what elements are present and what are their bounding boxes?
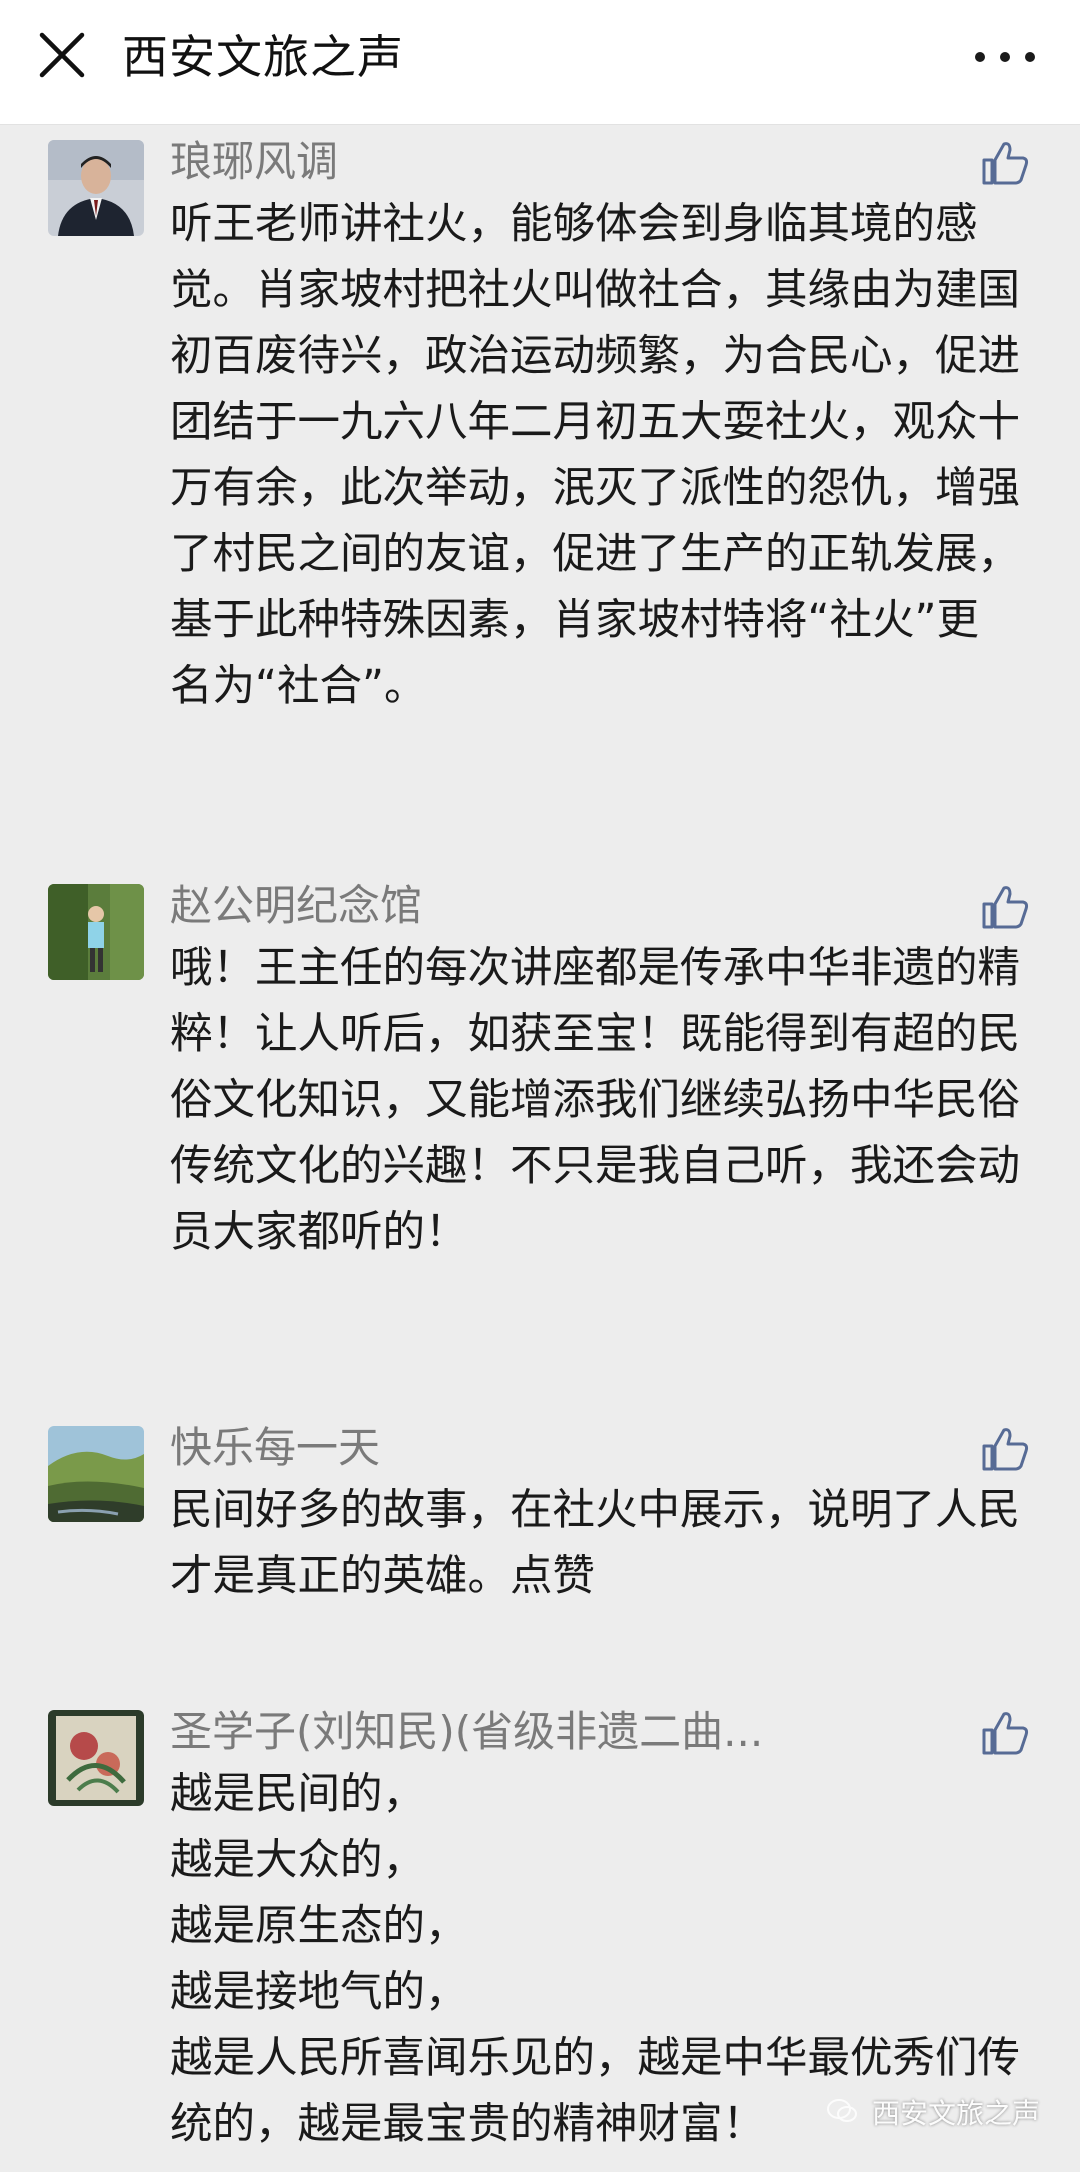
- like-button[interactable]: [980, 1708, 1030, 1758]
- like-button[interactable]: [980, 138, 1030, 188]
- avatar[interactable]: [48, 1710, 144, 1806]
- avatar[interactable]: [48, 1426, 144, 1522]
- comment-text: 民间好多的故事，在社火中展示，说明了人民才是真正的英雄。点赞: [170, 1486, 1021, 1601]
- page-title: 西安文旅之声: [122, 30, 404, 84]
- comment-author: 圣学子(刘知民)(省级非遗二曲...: [170, 1707, 764, 1756]
- watermark: 西安文旅之声: [827, 2090, 1040, 2138]
- more-icon-dot: [1000, 52, 1010, 62]
- comment-author: 琅琊风调: [170, 137, 339, 186]
- thumbs-up-icon: [982, 1428, 1029, 1471]
- more-icon-dot: [1025, 52, 1035, 62]
- more-button[interactable]: [970, 32, 1040, 78]
- top-bar: 西安文旅之声: [0, 0, 1080, 125]
- avatar[interactable]: [48, 884, 144, 980]
- more-icon: [975, 52, 985, 62]
- close-icon: [39, 32, 85, 78]
- like-button[interactable]: [980, 882, 1030, 932]
- like-button[interactable]: [980, 1424, 1030, 1474]
- comment-author: 赵公明纪念馆: [170, 881, 423, 930]
- comment-text: 哦！王主任的每次讲座都是传承中华非遗的精粹！让人听后，如获至宝！既能得到有超的民…: [170, 944, 1021, 1257]
- thumbs-up-icon: [982, 1712, 1029, 1755]
- comment-text: 听王老师讲社火，能够体会到身临其境的感觉。肖家坡村把社火叫做社合，其缘由为建国初…: [170, 200, 1021, 711]
- avatar[interactable]: [48, 140, 144, 236]
- close-button[interactable]: [34, 27, 90, 83]
- watermark-text: 西安文旅之声: [871, 2097, 1040, 2130]
- comment-author: 快乐每一天: [170, 1423, 381, 1472]
- thumbs-up-icon: [982, 142, 1029, 185]
- wechat-logo-icon: [827, 2091, 858, 2139]
- thumbs-up-icon: [982, 886, 1029, 929]
